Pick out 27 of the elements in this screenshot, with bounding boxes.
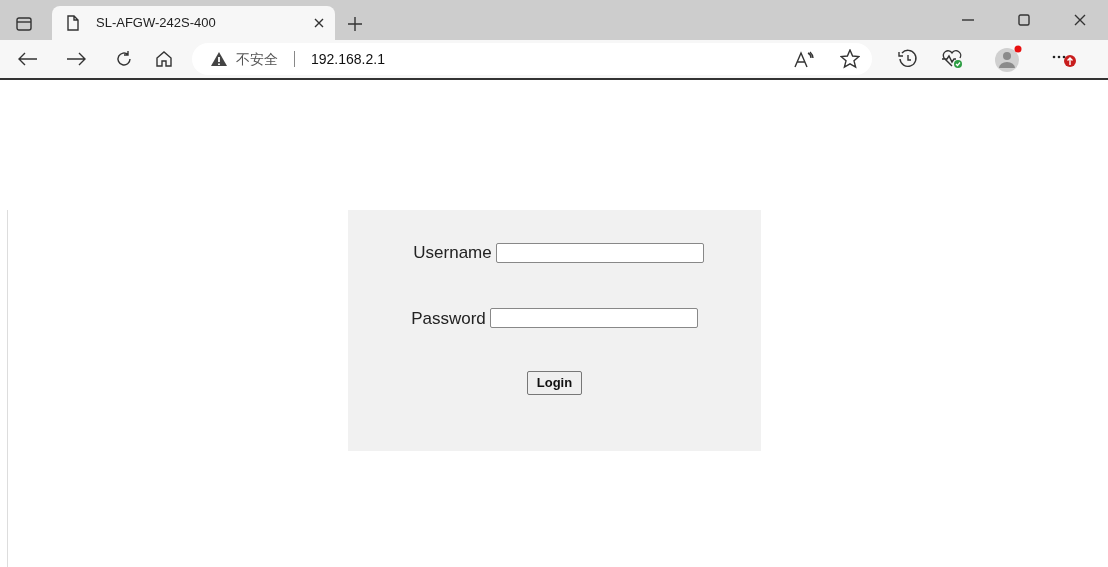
maximize-icon xyxy=(1018,14,1030,26)
left-arrow-icon xyxy=(18,52,38,66)
history-icon xyxy=(898,49,918,69)
avatar-icon xyxy=(993,45,1023,73)
home-icon xyxy=(155,50,173,68)
tab-panel-icon xyxy=(16,17,32,31)
login-button[interactable]: Login xyxy=(526,371,583,395)
tab-title: SL-AFGW-242S-400 xyxy=(96,14,217,33)
close-icon xyxy=(1074,14,1086,26)
refresh-icon xyxy=(115,50,133,68)
browser-tab[interactable]: SL-AFGW-242S-400 xyxy=(52,6,335,40)
minimize-icon xyxy=(962,19,974,21)
input-field[interactable] xyxy=(495,242,704,263)
close-icon[interactable] xyxy=(313,17,325,29)
security-label: 不安全 xyxy=(236,49,278,69)
heart-pulse-check-icon xyxy=(941,49,963,69)
address-bar[interactable]: 不安全 192.168.2.1 xyxy=(192,43,872,75)
field-label: Password xyxy=(411,307,486,330)
read-aloud-icon[interactable] xyxy=(794,50,816,68)
star-icon[interactable] xyxy=(840,49,860,69)
page-icon xyxy=(66,15,80,31)
field-label: Username xyxy=(413,242,492,264)
plus-icon xyxy=(347,16,363,32)
url-text: 192.168.2.1 xyxy=(311,49,385,69)
input-field[interactable] xyxy=(489,308,698,329)
right-arrow-icon xyxy=(66,52,86,66)
warning-icon xyxy=(210,51,228,67)
